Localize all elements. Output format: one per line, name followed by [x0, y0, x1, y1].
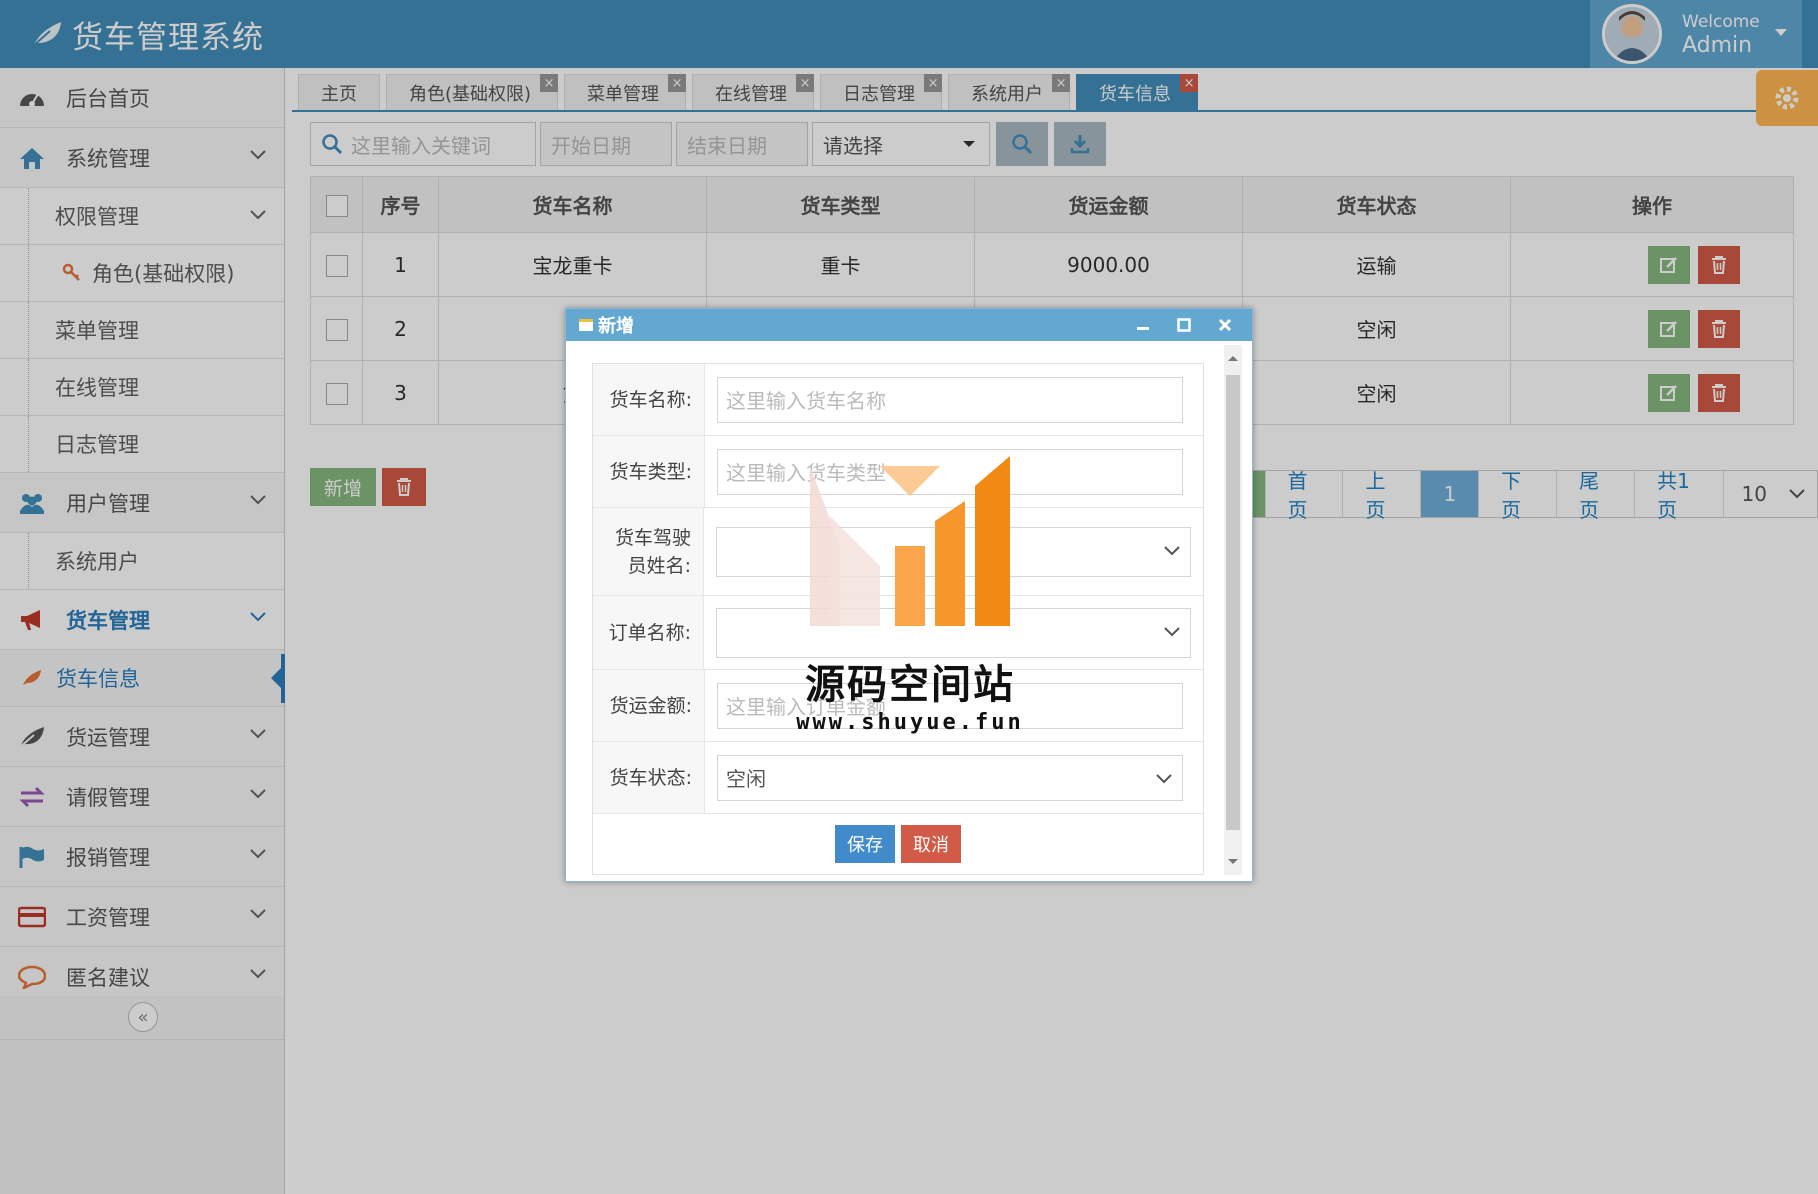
truck-status-select[interactable]: 空闲	[717, 754, 1183, 801]
add-truck-form: 货车名称: 这里输入货车名称 货车类型: 这里输入货车类型 货车驾驶 员姓名:	[592, 363, 1204, 875]
watermark-text: 源码空间站	[805, 662, 1015, 708]
field-label: 货车状态:	[593, 742, 705, 813]
watermark-url: www.shuyue.fun	[796, 710, 1024, 735]
truck-type-placeholder: 这里输入货车类型	[726, 461, 886, 485]
field-label-line: 货车驾驶	[614, 526, 691, 549]
window-icon	[579, 319, 593, 331]
field-label: 货车驾驶 员姓名:	[593, 508, 704, 595]
chevron-down-icon	[1156, 773, 1172, 783]
form-row-name: 货车名称: 这里输入货车名称	[593, 364, 1203, 436]
scroll-up-arrow-icon[interactable]	[1228, 351, 1238, 361]
dialog-scrollbar[interactable]	[1224, 345, 1242, 875]
scroll-down-arrow-icon[interactable]	[1228, 859, 1238, 869]
dialog-header[interactable]: 新增	[566, 309, 1252, 341]
scroll-thumb[interactable]	[1226, 375, 1240, 830]
close-icon	[1218, 318, 1232, 332]
close-dialog-button[interactable]	[1214, 315, 1236, 335]
maximize-icon	[1177, 318, 1191, 332]
add-truck-dialog: 新增 货车名称: 这里输入货车名称 货车类型: 这里输入货车类型 货车驾驶 员姓…	[565, 308, 1253, 882]
truck-name-input[interactable]: 这里输入货车名称	[717, 376, 1183, 423]
chevron-down-icon	[1164, 545, 1180, 555]
field-label: 订单名称:	[593, 596, 704, 669]
dialog-title: 新增	[598, 316, 634, 337]
order-select[interactable]	[716, 607, 1191, 658]
save-button[interactable]: 保存	[835, 825, 895, 863]
field-label: 货车名称:	[593, 364, 705, 435]
chevron-down-icon	[1164, 626, 1180, 636]
form-actions: 保存 取消	[593, 814, 1203, 874]
field-label-line: 员姓名:	[627, 554, 691, 577]
truck-status-value: 空闲	[726, 767, 766, 791]
field-label: 货运金额:	[593, 670, 705, 741]
field-label: 货车类型:	[593, 436, 705, 507]
driver-select[interactable]	[716, 526, 1191, 577]
truck-type-input[interactable]: 这里输入货车类型	[717, 448, 1183, 495]
form-row-driver: 货车驾驶 员姓名:	[593, 508, 1203, 596]
minimize-button[interactable]	[1132, 315, 1154, 335]
form-row-status: 货车状态: 空闲	[593, 742, 1203, 814]
cancel-button[interactable]: 取消	[901, 825, 961, 863]
maximize-button[interactable]	[1173, 315, 1195, 335]
form-row-type: 货车类型: 这里输入货车类型	[593, 436, 1203, 508]
minimize-icon	[1137, 327, 1149, 330]
truck-name-placeholder: 这里输入货车名称	[726, 389, 886, 413]
